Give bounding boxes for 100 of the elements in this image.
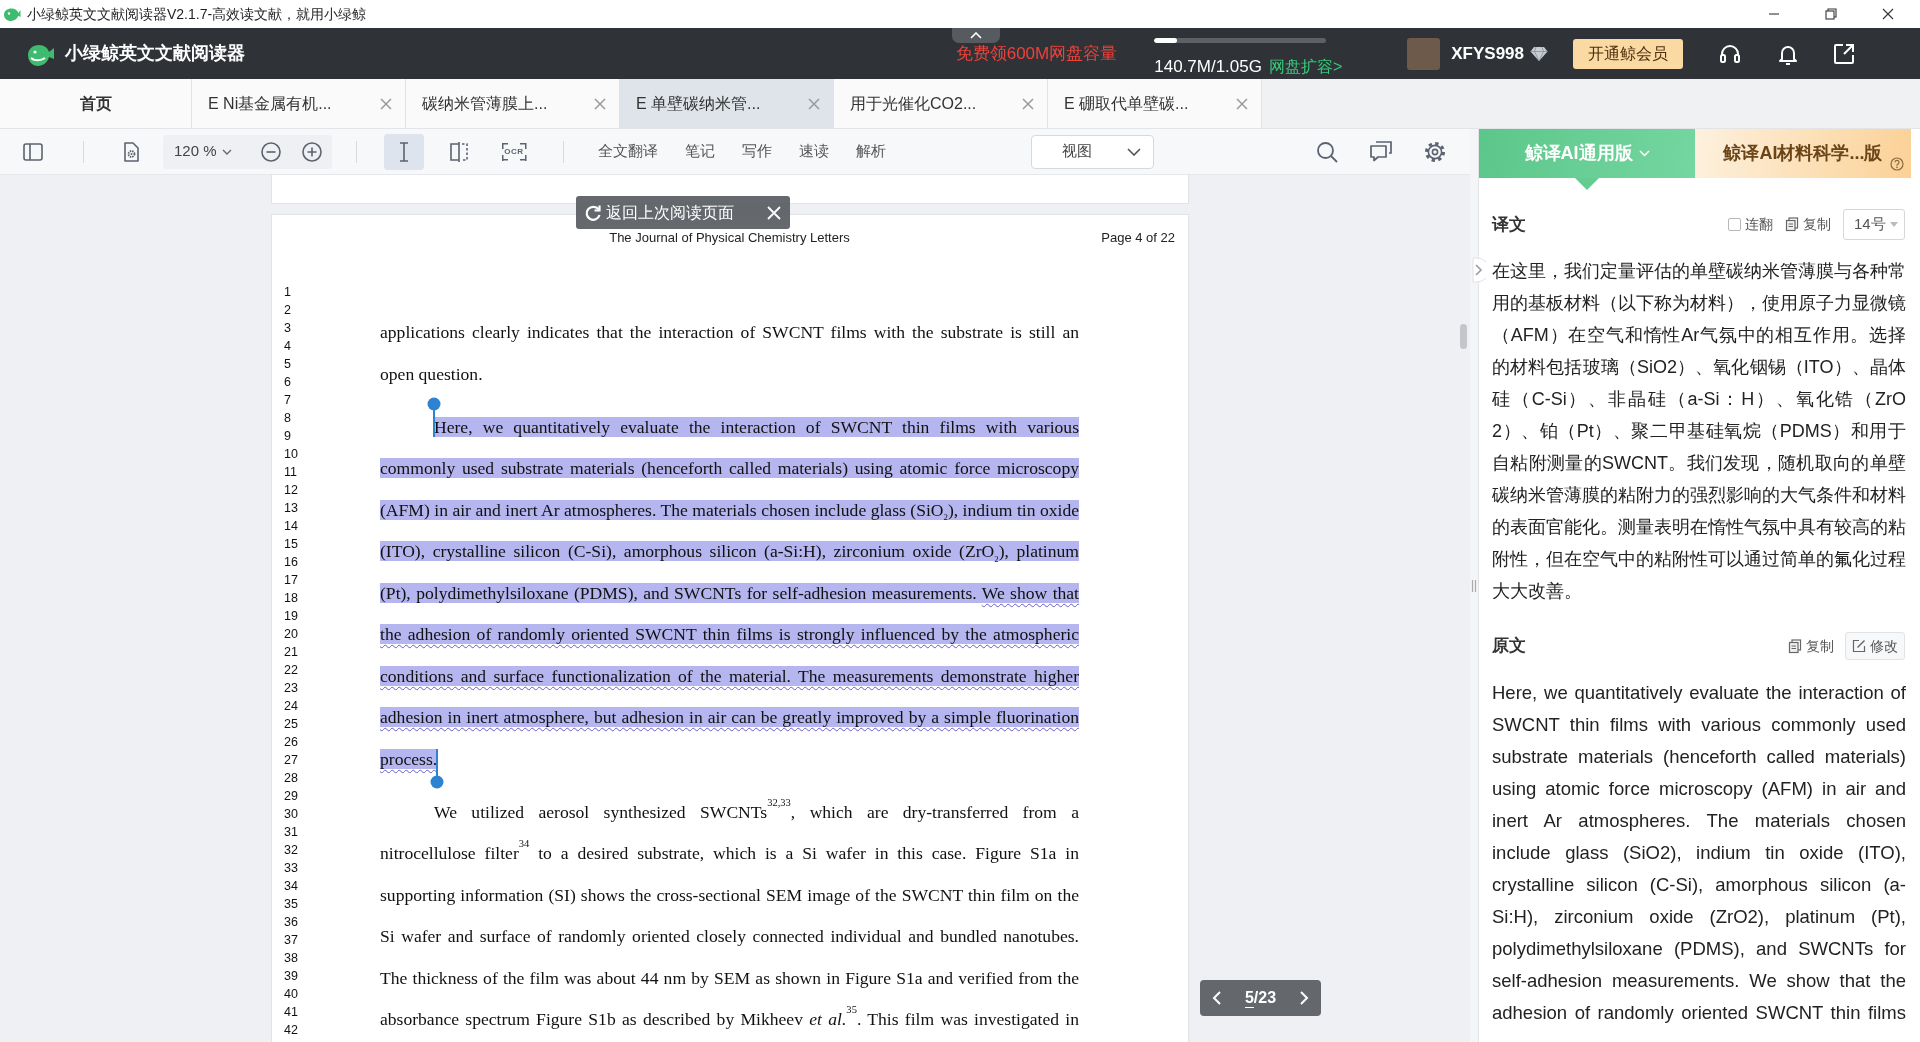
line-number: 4 [284,338,292,355]
zoom-out-icon[interactable] [260,140,282,163]
line-number: 7 [284,392,292,409]
restore-icon[interactable] [1824,8,1837,20]
toolbar-action[interactable]: 速读 [799,140,829,163]
storage-upgrade-link[interactable]: 网盘扩容> [1269,54,1343,79]
comment-icon[interactable] [1369,139,1393,164]
line-number: 10 [284,446,299,463]
collapse-tab[interactable] [951,28,1000,43]
continuous-translate-toggle[interactable]: 连翻 [1728,214,1773,235]
font-size-select[interactable]: 14号 [1843,209,1905,240]
line-number: 28 [284,770,299,787]
engine-tab[interactable]: 鲸译AI材料科学...版 [1695,129,1911,178]
document-tab[interactable]: 用于光催化CO2... [834,79,1048,128]
document-tab[interactable]: E 单壁碳纳米管... [620,79,834,128]
document-tab[interactable]: E Ni基金属有机... [192,79,406,128]
document-tab[interactable]: 碳纳米管薄膜上... [406,79,620,128]
tab-pointer-icon [1575,178,1599,190]
page-number-field[interactable]: 5 [1244,988,1254,1008]
paragraph: applications clearly indicates that the interaction of SWCNT films with the substrate is still an open question. [380,321,1079,386]
document-tab[interactable]: E 硼取代单壁碳... [1048,79,1262,128]
toolbar-action[interactable]: 解析 [856,140,886,163]
app-logo-icon [3,6,21,22]
line-number: 3 [284,320,292,337]
edit-button[interactable]: 修改 [1845,632,1905,660]
line-number: 32 [284,842,299,859]
line-number: 31 [284,824,299,841]
line-number: 35 [284,896,299,913]
line-number: 36 [284,914,299,931]
copy-button[interactable]: 复制 [1785,214,1831,235]
line-number: 11 [284,464,298,481]
edit-icon [1852,639,1866,653]
copy-icon [1788,638,1802,654]
caret-down-icon [221,148,232,155]
toolbar-action[interactable]: 笔记 [685,140,715,163]
line-number: 38 [284,950,299,967]
chevron-left-icon[interactable] [1212,991,1222,1005]
username: XFYS998 [1451,42,1524,65]
line-number: 29 [284,788,299,805]
redo-arrow-icon [584,203,602,222]
toolbar-action[interactable]: 全文翻译 [598,140,658,163]
sidebar-toggle-icon[interactable] [22,140,44,163]
line-number: 17 [284,572,299,589]
line-number: 25 [284,716,299,733]
search-icon[interactable] [1315,139,1339,164]
document-tab[interactable]: 首页 [0,79,192,128]
section-title: 原文 [1492,635,1526,658]
section-title: 译文 [1492,213,1526,236]
text-select-button[interactable] [384,133,424,170]
scrollbar-thumb[interactable] [1460,324,1467,349]
view-select[interactable]: 视图 [1031,134,1154,169]
copy-icon [1785,217,1799,232]
copy-button[interactable]: 复制 [1788,635,1834,657]
line-number: 39 [284,968,299,985]
line-number: 5 [284,356,292,373]
caret-down-icon [1889,222,1898,227]
settings-icon[interactable] [1423,139,1447,164]
line-number: 2 [284,302,292,319]
return-button[interactable]: 返回上次阅读页面 [584,200,734,225]
zoom-select[interactable]: 120 % [174,140,232,163]
line-number: 41 [284,1004,299,1021]
toolbar-action[interactable]: 写作 [742,140,772,163]
line-number: 40 [284,986,299,1003]
line-number: 19 [284,608,299,625]
source-text: Here, we quantitatively evaluate the interaction of SWCNT thin films with various commonly used substrate materials (henceforth called materials) using atomic force microscopy (AFM) in air and inert Ar atmospheres. The materials chosen include glass (SiO2), indium tin oxide (ITO), crystalline silicon (C-Si), amorphous silicon (a-Si:H), zirconium oxide (ZrO2), platinum (Pt), polydimethylsiloxane (PDMS), and SWCNTs for self-adhesion measurements. We show that the adhesion of randomly oriented SWCNT thin films [1491,681,1907,1025]
chevron-up-icon[interactable] [969,32,982,39]
line-number: 42 [284,1022,299,1039]
line-number: 8 [284,410,292,427]
line-number: 20 [284,626,299,643]
line-number: 22 [284,662,299,679]
line-number: 1 [284,284,292,301]
page-total: /23 [1253,988,1277,1008]
line-number: 9 [284,428,292,445]
line-number: 33 [284,860,299,877]
translation-text: 在这里，我们定量评估的单壁碳纳米管薄膜与各种常用的基板材料（以下称为材料），使用原子力显微镜（AFM）在空气和惰性Ar气氛中的相互作用。选择的材料包括玻璃（SiO2）、氧化铟锡（ITO）、晶体硅（C-Si）、非晶硅（a-Si：H）、氧化锆（ZrO 2）、铂（Pt）、聚二甲基硅氧烷（PDMS）和用于自粘附测量的SWCNT。我们发现，随机取向的单壁碳纳米管薄膜的粘附力的强烈影响的大气条件和材料的表面官能化。测量表明在惰性气氛中具有较高的粘附性，但在空气中的粘附性可以通过简单的氟化过程大大改善。 [1491,260,1907,603]
line-number: 21 [284,644,299,661]
vip-button[interactable]: 开通鲸会员 [1573,38,1683,69]
external-link-icon[interactable] [1832,41,1856,66]
line-number: 37 [284,932,299,949]
line-number: 13 [284,500,299,517]
line-number: 16 [284,554,299,571]
line-number: 6 [284,374,292,391]
chevron-right-icon[interactable] [1299,991,1309,1005]
split-view-icon [448,140,470,163]
line-number: 34 [284,878,299,895]
help-icon[interactable] [1890,157,1904,171]
line-number: 30 [284,806,299,823]
line-number: 23 [284,680,299,697]
line-number: 24 [284,698,299,715]
line-number: 26 [284,734,299,751]
storage-usage: 140.7M/1.05G [1154,55,1262,78]
line-number: 14 [284,518,299,535]
line-number: 15 [284,536,299,553]
line-number: 27 [284,752,299,769]
close-icon[interactable] [1881,8,1894,20]
checkbox[interactable] [1728,218,1741,231]
splitter-grip-icon[interactable] [1471,579,1477,592]
zoom-in-icon[interactable] [301,140,323,163]
paragraph: We utilized aerosol synthesized SWCNTs$^{32,33}$, which are dry-transferred from a nitrocellulose filter$^{34}$ to a desired substrate, which is a Si wafer in this case. Figure S1a in supporting information (SI) shows the cross-sectional SEM image of the SWCNT thin film on the Si wafer and surface of randomly oriented closely connected individual and bundled nanotubes. The thickness of the film was about 44 nm by SEM as shown in Figure S1a and verified from the absorbance spectrum Figure S1b as described by Mikheev et al.$^{35}$. This film was investigated in [380,795,1079,1031]
page-number: Page 4 of 22 [1101,229,1175,247]
